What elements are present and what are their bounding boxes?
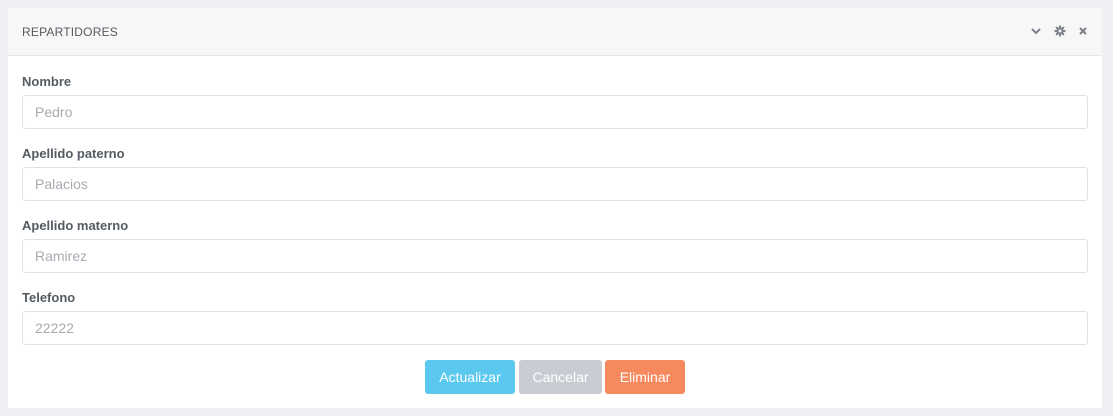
- update-button[interactable]: Actualizar: [425, 360, 515, 394]
- chevron-down-icon[interactable]: [1029, 24, 1043, 38]
- telefono-input[interactable]: [22, 311, 1088, 345]
- nombre-label: Nombre: [22, 74, 72, 89]
- repartidores-panel: REPARTIDORES Nombre Pedro Apellido pater…: [8, 8, 1102, 408]
- gear-icon[interactable]: [1053, 24, 1067, 38]
- telefono-label: Telefono: [22, 290, 76, 305]
- apellido-paterno-input[interactable]: [22, 167, 1088, 201]
- apellido-materno-input[interactable]: [22, 239, 1088, 273]
- panel-title: REPARTIDORES: [22, 25, 118, 39]
- cancel-button[interactable]: Cancelar: [519, 360, 602, 394]
- apellido-paterno-label: Apellido paterno: [22, 146, 125, 161]
- apellido-materno-label: Apellido materno: [22, 218, 129, 233]
- nombre-input[interactable]: [22, 95, 1088, 129]
- panel-header: REPARTIDORES: [8, 8, 1102, 56]
- delete-button[interactable]: Eliminar: [605, 360, 685, 394]
- close-icon[interactable]: [1076, 24, 1090, 38]
